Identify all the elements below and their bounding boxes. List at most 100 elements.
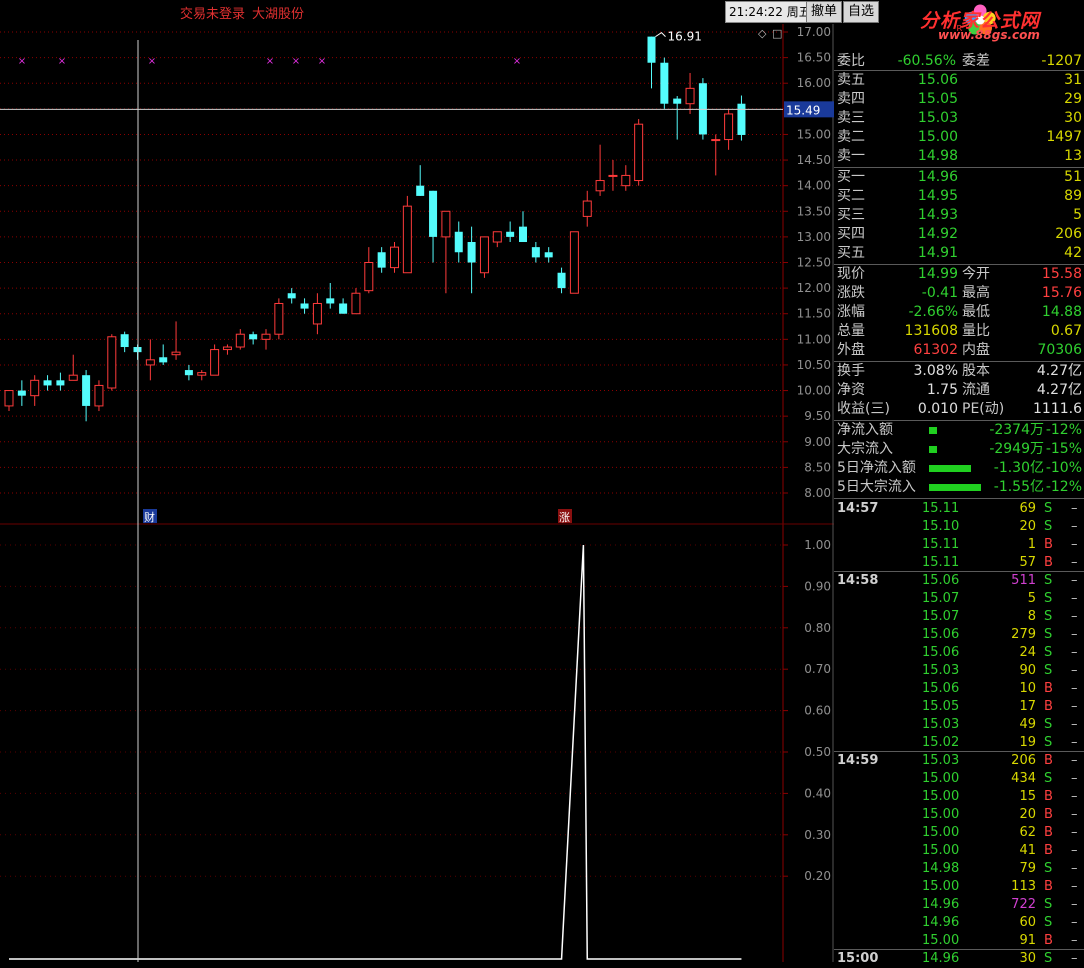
tick-volume: 49 bbox=[1019, 717, 1036, 732]
tick-row: 15.07 5 S – bbox=[834, 590, 1084, 608]
candle bbox=[120, 331, 129, 353]
kline-chart[interactable]: 17.0016.5016.0015.5015.0014.5014.0013.50… bbox=[0, 24, 834, 962]
candle-body bbox=[312, 302, 322, 325]
tick-dash: – bbox=[1071, 825, 1078, 840]
tick-dash: – bbox=[1071, 555, 1078, 570]
bid-row: 买三 14.93 5 bbox=[834, 206, 1084, 225]
candle-body bbox=[519, 226, 527, 243]
candle-body bbox=[235, 333, 245, 348]
candle bbox=[531, 242, 540, 263]
candle bbox=[249, 331, 258, 345]
tick-time: 14:57 bbox=[837, 501, 879, 516]
candle bbox=[184, 364, 193, 381]
tick-side: B bbox=[1044, 753, 1053, 768]
candle bbox=[377, 247, 386, 273]
tick-side: S bbox=[1044, 735, 1053, 750]
flow-label: 净流入额 bbox=[837, 422, 893, 438]
y-tick-label: 11.00 bbox=[797, 332, 831, 346]
candle-body bbox=[429, 190, 438, 237]
weibi-row: 委比 -60.56% 委差 -1207 bbox=[834, 52, 1084, 71]
tick-volume: 79 bbox=[1019, 861, 1036, 876]
ask-price: 14.98 bbox=[917, 148, 958, 164]
candle bbox=[557, 267, 566, 294]
candle bbox=[429, 190, 438, 263]
tick-side: B bbox=[1044, 537, 1053, 552]
y-tick-label: 12.00 bbox=[797, 281, 831, 295]
candle bbox=[569, 231, 579, 294]
tick-dash: – bbox=[1071, 627, 1078, 642]
login-status[interactable]: 交易未登录 bbox=[180, 3, 245, 22]
candle-body bbox=[621, 174, 631, 187]
candle-body bbox=[184, 370, 193, 376]
finance-value-2: 4.27亿 bbox=[1036, 382, 1082, 398]
ask-label: 卖五 bbox=[837, 72, 865, 88]
candle bbox=[506, 221, 515, 243]
stat-row: 总量 131608 量比 0.67 bbox=[834, 322, 1084, 341]
tick-volume: 511 bbox=[1011, 573, 1036, 588]
signal-marker: × bbox=[318, 56, 326, 67]
bid-label: 买四 bbox=[837, 226, 865, 242]
signal-marker: × bbox=[58, 56, 66, 67]
tick-price: 15.11 bbox=[922, 555, 960, 570]
tick-side: S bbox=[1044, 609, 1053, 624]
ask-row: 卖三 15.03 30 bbox=[834, 109, 1084, 128]
tick-volume: 20 bbox=[1019, 519, 1036, 534]
y-tick-label: 17.00 bbox=[797, 25, 831, 39]
candle bbox=[56, 372, 65, 391]
candle-body bbox=[261, 333, 271, 340]
candle bbox=[711, 134, 721, 176]
tick-volume: 62 bbox=[1019, 825, 1036, 840]
clock: 21:24:22 周五 bbox=[725, 1, 815, 23]
candle bbox=[197, 370, 207, 381]
tick-row: 15.05 17 B – bbox=[834, 698, 1084, 716]
tick-dash: – bbox=[1071, 519, 1078, 534]
candle bbox=[145, 339, 155, 381]
finance-value-2: 1111.6 bbox=[1033, 401, 1082, 417]
bid-label: 买二 bbox=[837, 188, 865, 204]
ask-label: 卖四 bbox=[837, 91, 865, 107]
stat-value-2: 70306 bbox=[1037, 342, 1082, 358]
candle-body bbox=[120, 334, 129, 348]
candle-body bbox=[43, 380, 52, 386]
watchlist-button[interactable]: 自选 bbox=[843, 1, 880, 23]
candle-body bbox=[68, 374, 78, 381]
tick-dash: – bbox=[1071, 933, 1078, 948]
candle bbox=[402, 195, 412, 274]
candle bbox=[171, 321, 181, 360]
flow-row: 5日大宗流入 -1.55亿 -12% bbox=[834, 478, 1084, 497]
tick-time: 15:00 bbox=[837, 951, 879, 966]
candle bbox=[479, 236, 489, 278]
candle-body bbox=[390, 246, 399, 269]
tick-price: 15.06 bbox=[922, 573, 960, 588]
sub-y-tick-label: 0.60 bbox=[804, 704, 831, 718]
tick-volume: 30 bbox=[1019, 951, 1036, 966]
sub-y-tick-label: 0.20 bbox=[804, 869, 831, 883]
tick-side: S bbox=[1044, 591, 1053, 606]
tick-row: 15.00 113 B – bbox=[834, 878, 1084, 896]
sub-y-tick-label: 0.80 bbox=[804, 621, 831, 635]
tick-volume: 279 bbox=[1011, 627, 1036, 642]
crosshair-price: 15.49 bbox=[786, 103, 820, 117]
bid-volume: 51 bbox=[1064, 169, 1082, 185]
tick-volume: 90 bbox=[1019, 663, 1036, 678]
tick-volume: 69 bbox=[1019, 501, 1036, 516]
tick-dash: – bbox=[1071, 861, 1078, 876]
cancel-order-button[interactable]: 撤单 bbox=[806, 1, 843, 23]
candle bbox=[312, 293, 322, 335]
flow-row: 大宗流入 -2949万 -15% bbox=[834, 440, 1084, 459]
tick-side: S bbox=[1044, 627, 1053, 642]
finance-label-2: 股本 bbox=[962, 363, 990, 379]
bid-price: 14.91 bbox=[917, 245, 958, 261]
bid-label: 买一 bbox=[837, 169, 865, 185]
flow-value: -2949万 bbox=[989, 441, 1044, 457]
candle-body bbox=[479, 236, 489, 274]
candle-body bbox=[171, 351, 181, 356]
candle-body bbox=[454, 231, 463, 253]
y-tick-label: 14.00 bbox=[797, 179, 831, 193]
sub-y-tick-label: 0.30 bbox=[804, 828, 831, 842]
candle bbox=[339, 298, 348, 314]
tick-row: 15.11 57 B – bbox=[834, 554, 1084, 572]
tick-side: S bbox=[1044, 897, 1053, 912]
y-tick-label: 11.50 bbox=[797, 307, 831, 321]
candle-body bbox=[82, 375, 91, 406]
